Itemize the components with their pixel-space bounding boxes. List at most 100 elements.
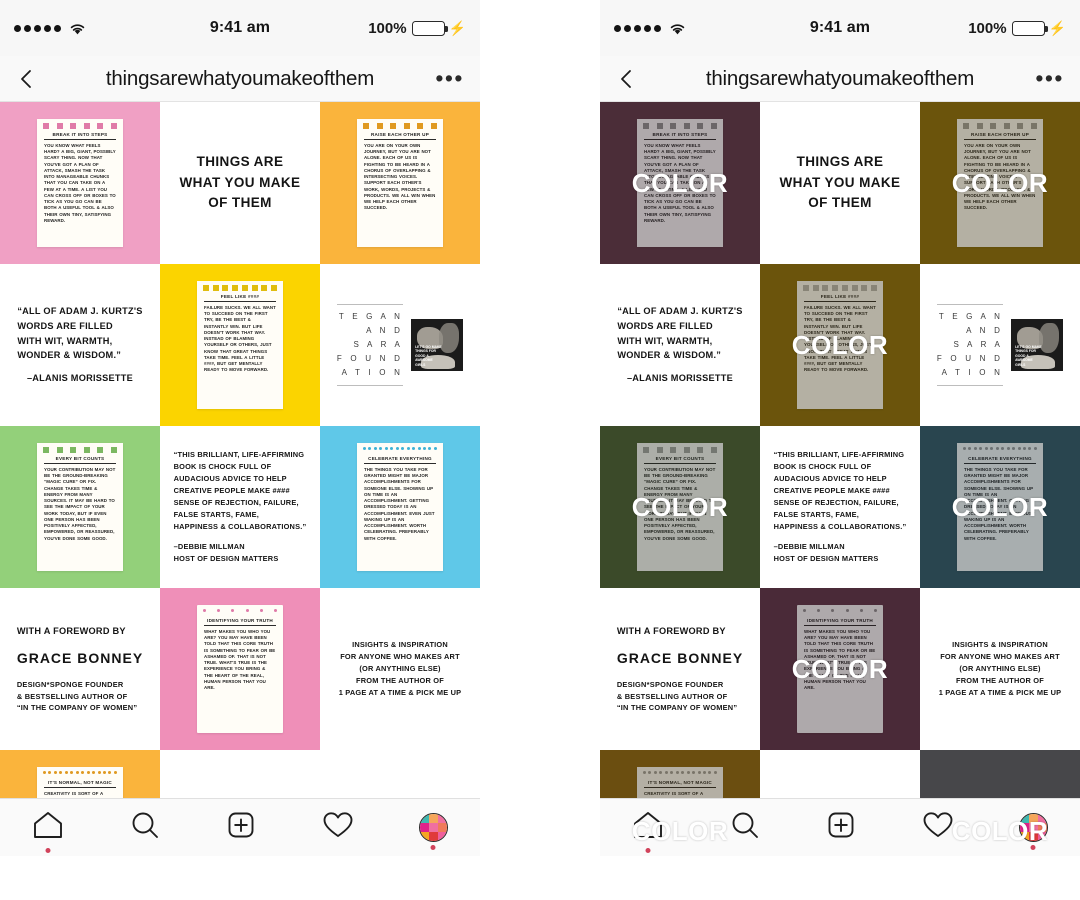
grid-post-cell[interactable]: INSIGHTS & INSPIRATION FOR ANYONE WHO MA… (320, 588, 480, 750)
ellipsis-icon[interactable]: ••• (1035, 67, 1064, 89)
chevron-left-icon[interactable] (616, 68, 638, 90)
grid-post-cell[interactable]: INSIGHTS & INSPIRATION FOR ANYONE WHO MA… (920, 588, 1080, 750)
note-card: EVERY BIT COUNTS YOUR CONTRIBUTION MAY NO… (37, 443, 123, 571)
notepad-tab (1001, 447, 1005, 450)
grid-post-cell[interactable]: “ALL OF ADAM J. KURTZ'S WORDS ARE FILLED… (600, 264, 760, 426)
quote-text: “THIS BRILLIANT, LIFE-AFFIRMING BOOK IS … (168, 443, 313, 571)
grid-post-cell[interactable]: “THIS BRILLIANT, LIFE-AFFIRMING BOOK IS … (160, 426, 320, 588)
quote-body: “THIS BRILLIANT, LIFE-AFFIRMING BOOK IS … (173, 450, 307, 531)
grid-post-cell[interactable]: “THIS BRILLIANT, LIFE-AFFIRMING BOOK IS … (760, 426, 920, 588)
notepad-tab (97, 771, 101, 774)
note-card: IDENTIFYING YOUR TRUTH WHAT MAKES YOU WHO… (197, 605, 283, 733)
notepad-tab (976, 123, 983, 129)
quote-body: INSIGHTS & INSPIRATION FOR ANYONE WHO MA… (338, 640, 462, 697)
notepad-tab (845, 609, 849, 612)
notepad-tabs (803, 609, 877, 612)
tab-new-post[interactable] (825, 810, 857, 845)
grid-post-cell[interactable]: CELEBRATE EVERYTHING THE THINGS YOU TAKE … (920, 426, 1080, 588)
tab-activity[interactable] (322, 810, 354, 845)
notepad-tab (430, 123, 437, 129)
status-time: 9:41 am (209, 19, 271, 36)
quote-text: “THIS BRILLIANT, LIFE-AFFIRMING BOOK IS … (768, 443, 913, 571)
plus-square-icon (225, 810, 257, 845)
notepad-tab (710, 447, 717, 453)
grid-post-cell[interactable]: EVERY BIT COUNTS YOUR CONTRIBUTION MAY NO… (0, 426, 160, 588)
color-overlay-label: COLOR (951, 167, 1049, 198)
notepad-tab (861, 285, 868, 291)
notepad-tabs (803, 285, 877, 291)
note-body: FAILURE SUCKS. WE ALL WANT TO SUCCEED ON… (204, 304, 276, 373)
tab-search[interactable] (129, 810, 161, 845)
notepad-tab (670, 123, 677, 129)
notepad-tab (1022, 447, 1026, 450)
notepad-tab (675, 771, 679, 774)
notepad-tab (870, 285, 877, 291)
grid-post-cell[interactable]: FEEL LIKE #### FAILURE SUCKS. WE ALL WANT… (760, 264, 920, 426)
note-body: YOU KNOW WHAT FEELS HARD? A BIG, GIANT, … (44, 142, 116, 223)
color-overlay-label: COLOR (631, 491, 729, 522)
page-title: thingsarewhatyoumakeofthem (105, 66, 375, 90)
notepad-tab (412, 447, 416, 450)
notepad-tab (83, 123, 90, 129)
grid-post-cell[interactable]: THINGS ARE WHAT YOU MAKE OF THEM (760, 102, 920, 264)
notepad-tab (643, 771, 646, 774)
notepad-tab (683, 447, 690, 453)
notepad-tab (259, 609, 263, 612)
notepad-tab (102, 771, 106, 774)
grid-post-cell[interactable]: “ALL OF ADAM J. KURTZ'S WORDS ARE FILLED… (0, 264, 160, 426)
tab-home[interactable] (32, 810, 64, 853)
notepad-tab (643, 123, 649, 129)
grid-post-cell[interactable]: BREAK IT INTO STEPS YOU KNOW WHAT FEELS H… (0, 102, 160, 264)
notepad-tab (643, 447, 649, 453)
tsf-wordmark: T E G A N A N D S A R A F O U N D A T I O N (936, 304, 1004, 386)
avatar-swatch (437, 832, 447, 841)
notepad-tab (368, 447, 372, 450)
tegan-and-sara-foundation-logo: T E G A N A N D S A R A F O U N D A T I O N L… (936, 304, 1064, 386)
grid-post-cell[interactable]: BREAK IT INTO STEPS YOU KNOW WHAT FEELS H… (600, 102, 760, 264)
grid-post-cell[interactable]: T E G A N A N D S A R A F O U N D A T I O N L… (920, 264, 1080, 426)
notepad-tab (803, 609, 806, 612)
note-card: BREAK IT INTO STEPS YOU KNOW WHAT FEELS H… (37, 119, 123, 247)
grid-post-cell[interactable]: EVERY BIT COUNTS YOUR CONTRIBUTION MAY NO… (600, 426, 760, 588)
notepad-tab (59, 771, 63, 774)
quote-body: THINGS ARE WHAT YOU MAKE OF THEM (179, 153, 301, 211)
quote-attribution: –ALANIS MORISSETTE (26, 373, 134, 384)
quote-attribution: DESIGN*SPONGE FOUNDER & BESTSELLING AUTH… (16, 679, 138, 713)
note-title: FEEL LIKE #### (804, 294, 876, 302)
note-title: CELEBRATE EVERYTHING (964, 456, 1036, 464)
grid-post-cell[interactable]: FEEL LIKE #### FAILURE SUCKS. WE ALL WANT… (160, 264, 320, 426)
tab-new-post[interactable] (225, 810, 257, 845)
grid-post-cell[interactable]: THINGS ARE WHAT YOU MAKE OF THEM (160, 102, 320, 264)
notepad-tab (70, 447, 77, 453)
grid-post-cell[interactable]: IDENTIFYING YOUR TRUTH WHAT MAKES YOU WHO… (160, 588, 320, 750)
notepad-tab (417, 123, 424, 129)
note-title: BREAK IT INTO STEPS (44, 132, 116, 140)
grid-post-cell[interactable]: IDENTIFYING YOUR TRUTH WHAT MAKES YOU WHO… (760, 588, 920, 750)
notepad-tab (1030, 123, 1037, 129)
notepad-tab (113, 771, 117, 774)
ellipsis-icon[interactable]: ••• (435, 67, 464, 89)
quote-body: “ALL OF ADAM J. KURTZ'S WORDS ARE FILLED… (17, 306, 143, 361)
notepad-tab (43, 123, 49, 129)
battery-icon (1011, 20, 1048, 36)
footer-spacer (600, 856, 1080, 900)
notepad-tabs (43, 447, 117, 453)
quote-attribution: –DEBBIE MILLMAN HOST OF DESIGN MATTERS (773, 541, 879, 563)
notepad-tab (70, 771, 74, 774)
notepad-tab (710, 123, 717, 129)
notepad-tab (108, 771, 112, 774)
tab-profile[interactable] (418, 813, 448, 850)
tsf-line: T E G A N (938, 312, 1004, 321)
grid-post-cell[interactable]: WITH A FOREWORD BY GRACE BONNEY DESIGN*SPO… (600, 588, 760, 750)
chevron-left-icon[interactable] (16, 68, 38, 90)
notepad-tab (64, 771, 68, 774)
grid-post-cell[interactable]: CELEBRATE EVERYTHING THE THINGS YOU TAKE … (320, 426, 480, 588)
grid-post-cell[interactable]: RAISE EACH OTHER UP YOU ARE ON YOUR OWN J… (320, 102, 480, 264)
notepad-tab (656, 447, 663, 453)
note-card: RAISE EACH OTHER UP YOU ARE ON YOUR OWN J… (357, 119, 443, 247)
grid-post-cell[interactable]: WITH A FOREWORD BY GRACE BONNEY DESIGN*SPO… (0, 588, 160, 750)
home-badge-dot (645, 848, 651, 853)
grid-post-cell[interactable]: T E G A N A N D S A R A F O U N D A T I O N L… (320, 264, 480, 426)
grid-post-cell[interactable]: RAISE EACH OTHER UP YOU ARE ON YOUR OWN J… (920, 102, 1080, 264)
notepad-tab (713, 771, 717, 774)
